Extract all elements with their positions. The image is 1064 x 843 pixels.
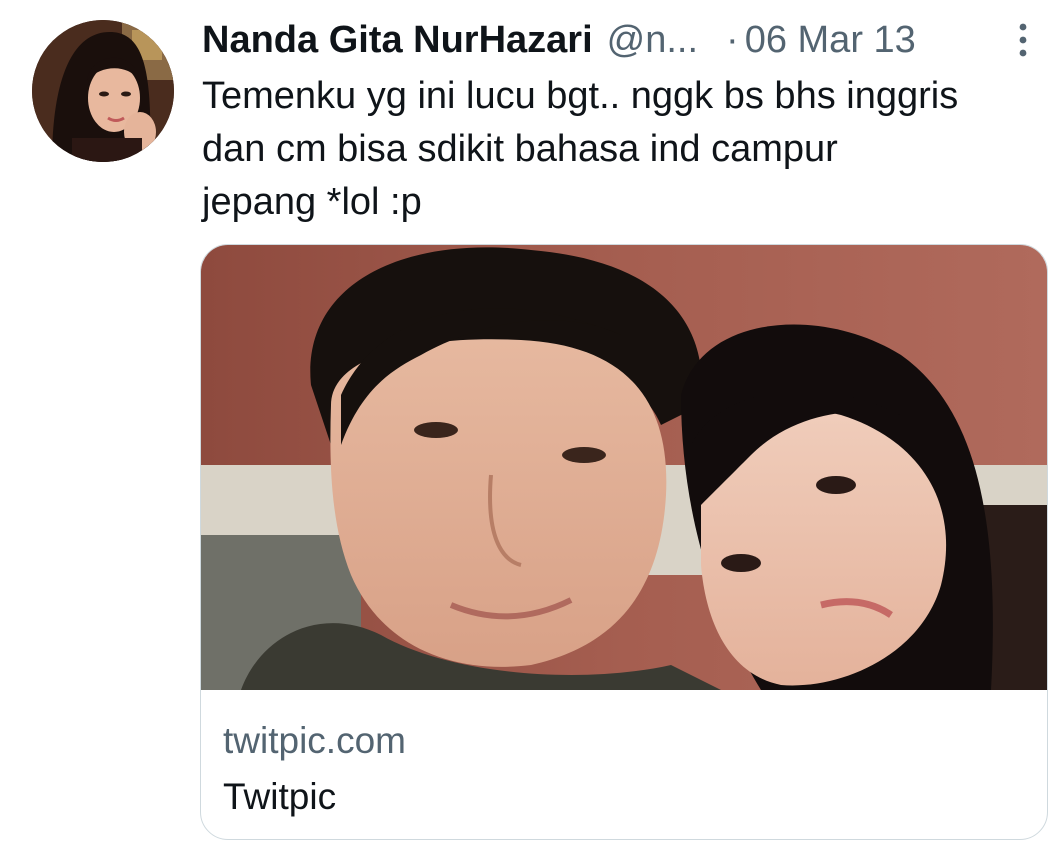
author-handle[interactable]: @n... bbox=[607, 14, 698, 66]
link-preview-card[interactable]: twitpic.com Twitpic bbox=[200, 244, 1048, 840]
more-options-button[interactable] bbox=[1005, 18, 1041, 62]
card-title: Twitpic bbox=[223, 776, 337, 817]
tweet-text: Temenku yg ini lucu bgt.. nggk bs bhs in… bbox=[202, 75, 959, 223]
card-domain: twitpic.com bbox=[223, 720, 406, 761]
tweet-header: Nanda Gita NurHazari @n... · 06 Mar 13 bbox=[202, 14, 1042, 66]
tweet-timestamp[interactable]: 06 Mar 13 bbox=[745, 14, 916, 66]
vertical-dots-icon bbox=[1019, 23, 1027, 57]
header-separator: · bbox=[726, 19, 739, 61]
author-avatar[interactable] bbox=[32, 20, 174, 162]
author-display-name[interactable]: Nanda Gita NurHazari bbox=[202, 14, 593, 66]
avatar-image bbox=[32, 20, 174, 162]
card-image bbox=[201, 245, 1047, 690]
